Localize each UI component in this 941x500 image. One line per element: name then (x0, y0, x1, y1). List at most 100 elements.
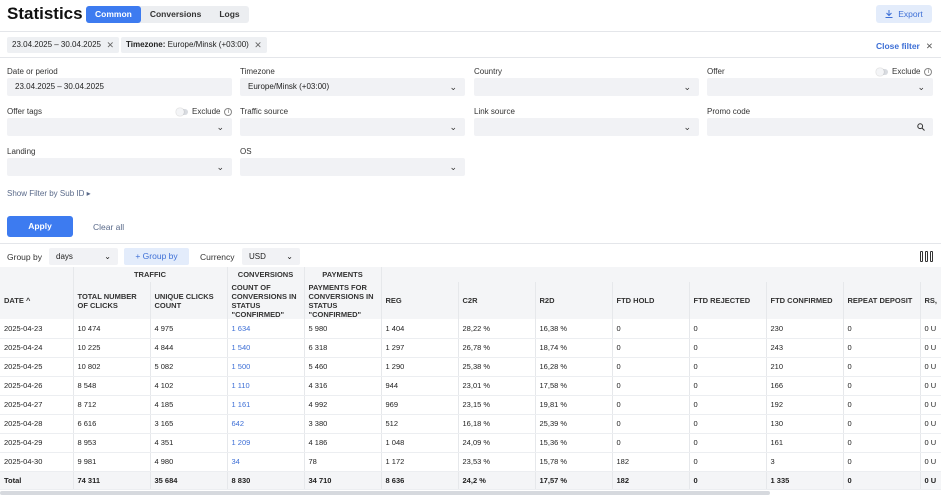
table-cell: 5 082 (150, 357, 228, 377)
chevron-down-icon: ⌄ (449, 122, 457, 132)
table-row: 2025-04-24 10 225 4 844 1 540 6 318 1 297 26,7… (0, 338, 941, 358)
chevron-down-icon: ⌄ (216, 122, 224, 132)
conversions-link[interactable]: 34 (227, 452, 305, 472)
column-header-label: COUNT OF CONVERSIONS IN STATUS "CONFIRME… (231, 282, 297, 319)
table-cell: 18,74 % (535, 338, 613, 358)
show-sub-id-filter-link[interactable]: Show Filter by Sub ID ▸ (7, 189, 91, 198)
chip-period[interactable]: 23.04.2025 – 30.04.2025 ✕ (7, 37, 119, 53)
table-cell: 1 290 (381, 357, 459, 377)
table-cell: 161 (766, 433, 844, 453)
export-button[interactable]: Export (876, 5, 932, 23)
table-cell: 26,78 % (458, 338, 536, 358)
table-cell: 9 981 (73, 452, 151, 472)
table-cell: 969 (381, 395, 459, 415)
columns-settings-icon[interactable] (920, 251, 933, 262)
table-cell: 0 (843, 414, 921, 434)
timezone-select[interactable]: Europe/Minsk (+03:00) ⌄ (240, 78, 465, 96)
landing-label: Landing (7, 147, 36, 156)
conversions-link[interactable]: 642 (227, 414, 305, 434)
table-cell: 0 (689, 414, 767, 434)
table-cell: 0 U (920, 376, 941, 396)
promo-code-input[interactable] (707, 118, 933, 136)
table-cell: 0 (689, 395, 767, 415)
column-header[interactable]: DATE ^ (0, 282, 74, 319)
statistics-table: TRAFFIC CONVERSIONS PAYMENTS DATE ^ TOTAL… (0, 267, 941, 500)
total-cell: 17,57 % (535, 471, 613, 490)
tab-conversions[interactable]: Conversions (141, 6, 211, 23)
close-filter-button[interactable]: Close filter ✕ (876, 41, 933, 52)
os-select[interactable]: ⌄ (240, 158, 465, 176)
table-cell: 5 980 (304, 319, 382, 339)
table-cell: 230 (766, 319, 844, 339)
column-header: FTD REJECTED (689, 282, 767, 319)
table-cell: 512 (381, 414, 459, 434)
download-icon (885, 10, 893, 18)
sort-ascending-icon[interactable]: ^ (24, 296, 30, 305)
table-row: 2025-04-28 6 616 3 165 642 3 380 512 16,18 % 25… (0, 414, 941, 434)
tab-logs[interactable]: Logs (210, 6, 248, 23)
table-row: 2025-04-30 9 981 4 980 34 78 1 172 23,53 % 15,7… (0, 452, 941, 472)
conversions-link[interactable]: 1 540 (227, 338, 305, 358)
table-cell: 182 (612, 452, 690, 472)
table-cell: 0 U (920, 338, 941, 358)
table-cell: 8 548 (73, 376, 151, 396)
currency-select[interactable]: USD ⌄ (242, 248, 300, 265)
clear-all-button[interactable]: Clear all (93, 222, 124, 232)
column-header-label: REPEAT DEPOSIT (847, 296, 913, 305)
group-by-label: Group by (7, 252, 42, 262)
currency-label: Currency (200, 252, 235, 262)
table-cell: 0 (612, 395, 690, 415)
exclude-toggle[interactable] (176, 107, 188, 116)
add-group-by-button[interactable]: + Group by (124, 248, 189, 265)
offer-exclude[interactable]: Exclude i (876, 67, 933, 76)
country-label: Country (474, 67, 503, 76)
offer-tags-exclude[interactable]: Exclude i (176, 107, 233, 116)
chevron-down-icon: ⌄ (104, 252, 111, 261)
table-cell: 2025-04-28 (0, 414, 74, 434)
conversions-link[interactable]: 1 110 (227, 376, 305, 396)
currency-value: USD (249, 252, 266, 261)
table-cell: 0 U (920, 414, 941, 434)
chevron-down-icon: ⌄ (683, 122, 691, 132)
table-cell: 16,28 % (535, 357, 613, 377)
exclude-toggle[interactable] (876, 67, 888, 76)
table-cell: 0 (689, 338, 767, 358)
chevron-down-icon: ⌄ (683, 82, 691, 92)
table-cell: 2025-04-25 (0, 357, 74, 377)
total-cell: 35 684 (150, 471, 228, 490)
offer-select[interactable]: ⌄ (707, 78, 933, 96)
conversions-link[interactable]: 1 500 (227, 357, 305, 377)
column-header-label: RS, (924, 296, 938, 305)
column-header-label: DATE (4, 296, 24, 305)
table-cell: 10 802 (73, 357, 151, 377)
table-cell: 8 712 (73, 395, 151, 415)
table-cell: 1 297 (381, 338, 459, 358)
link-source-select[interactable]: ⌄ (474, 118, 699, 136)
date-field[interactable]: 23.04.2025 – 30.04.2025 (7, 78, 232, 96)
group-by-select[interactable]: days ⌄ (49, 248, 118, 265)
table-cell: 0 (689, 433, 767, 453)
close-icon[interactable]: ✕ (106, 37, 114, 53)
table-cell: 0 (612, 338, 690, 358)
offer-tags-select[interactable]: ⌄ (7, 118, 232, 136)
horizontal-scrollbar[interactable] (0, 491, 770, 495)
table-cell: 23,53 % (458, 452, 536, 472)
table-cell: 210 (766, 357, 844, 377)
table-cell: 0 (843, 319, 921, 339)
chip-timezone[interactable]: Timezone: Europe/Minsk (+03:00) ✕ (121, 37, 267, 53)
conversions-link[interactable]: 1 161 (227, 395, 305, 415)
table-cell: 4 844 (150, 338, 228, 358)
conversions-link[interactable]: 1 634 (227, 319, 305, 339)
table-cell: 0 (612, 357, 690, 377)
traffic-source-select[interactable]: ⌄ (240, 118, 465, 136)
table-cell: 2025-04-29 (0, 433, 74, 453)
landing-select[interactable]: ⌄ (7, 158, 232, 176)
country-select[interactable]: ⌄ (474, 78, 699, 96)
table-row: 2025-04-27 8 712 4 185 1 161 4 992 969 23,15 %… (0, 395, 941, 415)
page-title: Statistics (7, 4, 83, 23)
close-icon[interactable]: ✕ (254, 37, 262, 53)
table-cell: 0 U (920, 357, 941, 377)
tab-common[interactable]: Common (86, 6, 141, 23)
apply-button[interactable]: Apply (7, 216, 73, 237)
conversions-link[interactable]: 1 209 (227, 433, 305, 453)
